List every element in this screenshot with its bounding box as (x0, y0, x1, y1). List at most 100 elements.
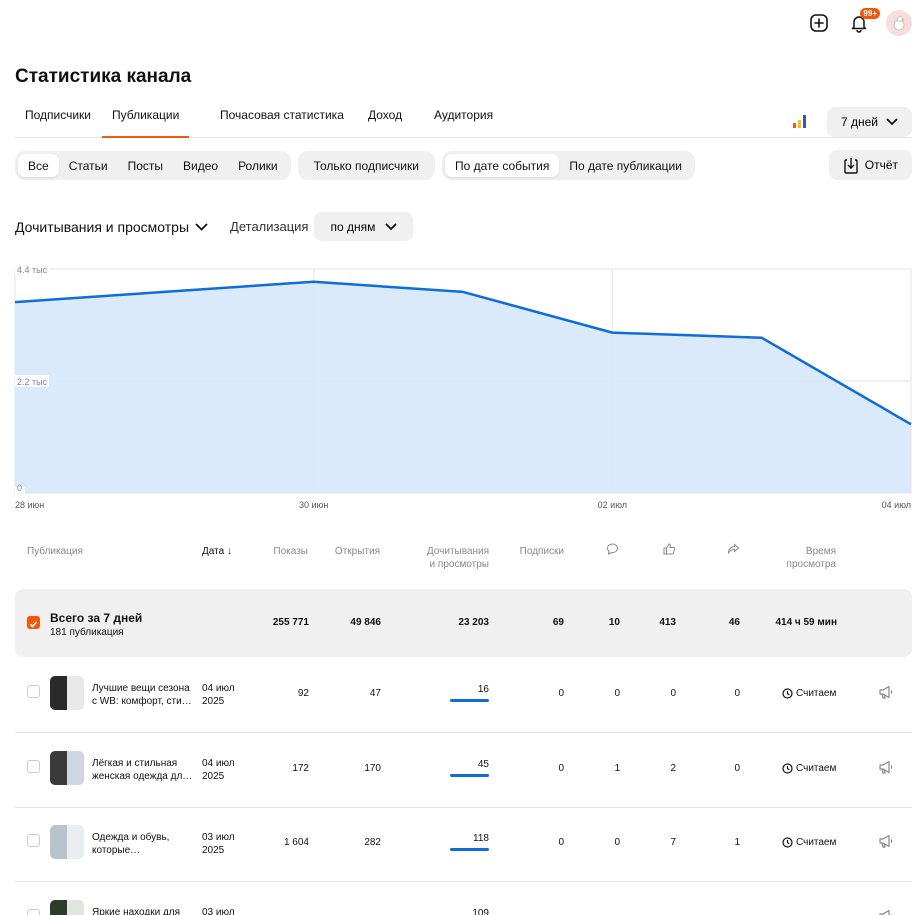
row-view-time-label: Считаем (796, 688, 837, 699)
promote-icon[interactable] (878, 760, 894, 779)
publication-title[interactable]: Одежда и обувь, которые… (92, 831, 196, 857)
page-title: Статистика канала (15, 66, 192, 87)
y-tick-label: 0 (17, 483, 22, 493)
filter-shorts[interactable]: Ролики (228, 154, 288, 177)
tab-publications[interactable]: Публикации (102, 108, 190, 138)
filter-all[interactable]: Все (18, 154, 59, 177)
publication-date: 04 июл 2025 (202, 682, 252, 708)
like-icon[interactable] (663, 543, 676, 559)
col-subscriptions[interactable]: Подписки (508, 545, 564, 558)
bar-chart-icon[interactable] (792, 114, 808, 133)
date-line1: 03 июл (202, 907, 235, 915)
promote-icon[interactable] (878, 685, 894, 704)
col-date[interactable]: Дата ↓ (202, 545, 232, 558)
date-line2: 2025 (202, 696, 225, 707)
row-view-time: Считаем (782, 837, 836, 848)
promote-icon[interactable] (878, 909, 894, 915)
stats-tabs: Подписчики Публикации Почасовая статисти… (15, 100, 912, 138)
reads-bar (450, 848, 489, 851)
add-icon[interactable] (806, 10, 832, 36)
tab-income[interactable]: Доход (368, 108, 402, 138)
tab-hourly[interactable]: Почасовая статистика (220, 108, 344, 138)
date-line1: 04 июл (202, 758, 235, 769)
row-impressions: 92 (297, 688, 309, 699)
sort-down-icon: ↓ (226, 546, 232, 557)
col-time-line1: Время (805, 546, 836, 557)
filter-posts[interactable]: Посты (118, 154, 173, 177)
total-subs: 69 (552, 617, 564, 628)
row-likes: 7 (670, 837, 676, 848)
publication-title-line1: Лёгкая и стильная (92, 758, 178, 769)
y-tick-label: 2.2 тыс (17, 377, 48, 387)
comment-icon[interactable] (606, 543, 619, 559)
publication-title-line1: Одежда и обувь, (92, 832, 170, 843)
col-reads[interactable]: Дочитывания и просмотры (400, 545, 489, 571)
row-comments: 1 (614, 763, 620, 774)
publication-title[interactable]: Лёгкая и стильная женская одежда дл… (92, 757, 196, 783)
date-line1: 03 июл (202, 832, 235, 843)
row-subs: 0 (558, 837, 564, 848)
table-row[interactable]: Одежда и обувь, которые… 03 июл 2025 1 604 28… (15, 807, 912, 882)
col-time-line2: просмотра (786, 559, 836, 570)
select-all-checkbox[interactable] (27, 616, 40, 629)
total-likes: 413 (659, 617, 676, 628)
table-row[interactable]: Лёгкая и стильная женская одежда дл… 04 ию… (15, 733, 912, 808)
publication-thumbnail[interactable] (50, 751, 84, 785)
col-view-time[interactable]: Время просмотра (770, 545, 836, 571)
col-opens[interactable]: Открытия (320, 545, 380, 558)
filter-video[interactable]: Видео (173, 154, 228, 177)
row-checkbox[interactable] (27, 685, 40, 698)
publication-date: 03 июл 2025 (202, 831, 252, 857)
row-impressions: 172 (292, 763, 309, 774)
period-select[interactable]: 7 дней (826, 107, 912, 137)
publication-title-line2: которые… (92, 845, 141, 856)
date-mode-event[interactable]: По дате события (444, 154, 560, 177)
download-report-icon (844, 158, 858, 174)
metric-select[interactable]: Дочитывания и просмотры (15, 219, 208, 235)
publication-title[interactable]: Лучшие вещи сезона с WB: комфорт, сти… (92, 682, 196, 708)
publication-date: 04 июл 2025 (202, 757, 252, 783)
chevron-down-icon (385, 222, 397, 230)
row-reads: 118 (473, 833, 489, 844)
metric-label: Дочитывания и просмотры (15, 218, 190, 235)
publication-thumbnail[interactable] (50, 900, 84, 915)
publication-thumbnail[interactable] (50, 825, 84, 859)
row-checkbox[interactable] (27, 760, 40, 773)
row-subs: 0 (558, 688, 564, 699)
row-likes: 2 (670, 763, 676, 774)
total-row: Всего за 7 дней 181 публикация 255 771 4… (15, 589, 912, 657)
row-checkbox[interactable] (27, 909, 40, 915)
y-tick-label: 4.4 тыс (17, 265, 48, 275)
col-reads-line2: и просмотры (429, 559, 489, 570)
row-reposts: 0 (734, 688, 740, 699)
publication-title-line2: женская одежда дл… (92, 771, 193, 782)
detail-select[interactable]: по дням (314, 212, 414, 241)
tab-subscribers[interactable]: Подписчики (25, 108, 91, 138)
report-button[interactable]: Отчёт (828, 150, 912, 180)
reads-bar (450, 699, 489, 702)
publication-thumbnail[interactable] (50, 676, 84, 710)
date-mode-filter: По дате события По дате публикации (441, 151, 695, 180)
col-impressions[interactable]: Показы (260, 545, 308, 558)
col-publication: Публикация (27, 546, 83, 557)
total-impressions: 255 771 (272, 617, 309, 628)
table-row[interactable]: Лучшие вещи сезона с WB: комфорт, сти… 04 … (15, 658, 912, 733)
col-date-label: Дата (202, 546, 225, 557)
bell-icon[interactable]: 99+ (846, 8, 880, 36)
row-checkbox[interactable] (27, 834, 40, 847)
publication-title-line1: Лучшие вещи сезона (92, 683, 190, 694)
subscribers-only-toggle[interactable]: Только подписчики (297, 151, 435, 180)
avatar[interactable] (886, 10, 912, 36)
period-label: 7 дней (840, 115, 878, 129)
chevron-down-icon (886, 118, 898, 126)
total-reposts: 46 (728, 617, 740, 628)
date-mode-publication[interactable]: По дате публикации (559, 154, 692, 177)
total-reads: 23 203 (458, 617, 489, 628)
promote-icon[interactable] (878, 834, 894, 853)
row-view-time-label: Считаем (796, 837, 837, 848)
filter-articles[interactable]: Статьи (59, 154, 118, 177)
publication-title[interactable]: Яркие находки для (92, 906, 196, 915)
tab-audience[interactable]: Аудитория (434, 108, 493, 138)
table-row[interactable]: Яркие находки для 03 июл 109 (15, 882, 912, 915)
repost-icon[interactable] (727, 543, 740, 559)
